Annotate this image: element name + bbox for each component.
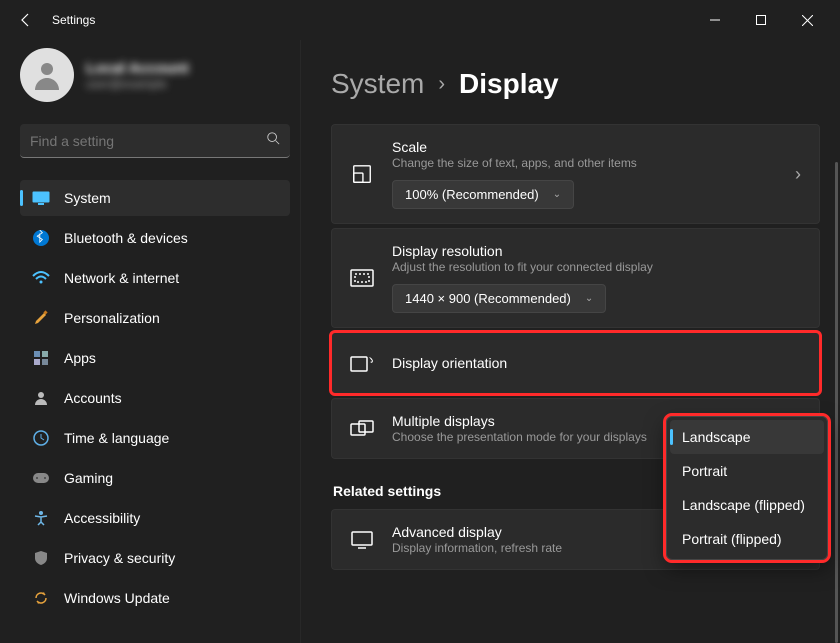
avatar (20, 48, 74, 102)
content: System › Display Scale Change the size o… (300, 40, 840, 643)
multi-display-icon (350, 420, 374, 438)
search-box[interactable] (20, 124, 290, 158)
sidebar-item-label: Personalization (64, 310, 160, 326)
back-button[interactable] (10, 4, 42, 36)
chevron-down-icon: ⌄ (553, 189, 561, 200)
accessibility-icon (32, 509, 50, 527)
flyout-item-portrait[interactable]: Portrait (670, 454, 824, 488)
sidebar-item-accounts[interactable]: Accounts (20, 380, 290, 416)
clock-icon (32, 429, 50, 447)
flyout-label: Portrait (flipped) (682, 531, 782, 547)
dropdown-value: 1440 × 900 (Recommended) (405, 291, 571, 306)
sidebar-item-label: Network & internet (64, 270, 179, 286)
card-title: Scale (392, 139, 777, 155)
flyout-item-portrait-flipped[interactable]: Portrait (flipped) (670, 522, 824, 556)
maximize-button[interactable] (738, 4, 784, 36)
breadcrumb: System › Display (331, 68, 820, 100)
breadcrumb-parent[interactable]: System (331, 68, 424, 100)
sidebar-item-apps[interactable]: Apps (20, 340, 290, 376)
titlebar: Settings (0, 0, 840, 40)
close-button[interactable] (784, 4, 830, 36)
update-icon (32, 589, 50, 607)
sidebar-item-label: Windows Update (64, 590, 170, 606)
flyout-label: Landscape (682, 429, 751, 445)
card-orientation[interactable]: Display orientation (331, 332, 820, 394)
app-title: Settings (52, 13, 95, 27)
sidebar-item-label: System (64, 190, 111, 206)
sidebar-item-label: Apps (64, 350, 96, 366)
dropdown-value: 100% (Recommended) (405, 187, 539, 202)
minimize-button[interactable] (692, 4, 738, 36)
page-title: Display (459, 68, 559, 100)
sidebar-item-gaming[interactable]: Gaming (20, 460, 290, 496)
sidebar-item-network[interactable]: Network & internet (20, 260, 290, 296)
sidebar-item-bluetooth[interactable]: Bluetooth & devices (20, 220, 290, 256)
sidebar-item-label: Gaming (64, 470, 113, 486)
card-subtitle: Adjust the resolution to fit your connec… (392, 260, 801, 274)
content-scrollbar[interactable] (835, 162, 838, 643)
chevron-right-icon: › (795, 164, 801, 185)
brush-icon (32, 309, 50, 327)
user-block[interactable]: Local Account user@example (20, 40, 290, 110)
display-icon (32, 189, 50, 207)
flyout-item-landscape-flipped[interactable]: Landscape (flipped) (670, 488, 824, 522)
bluetooth-icon (32, 229, 50, 247)
card-title: Display orientation (392, 355, 801, 371)
sidebar-item-label: Accounts (64, 390, 122, 406)
apps-icon (32, 349, 50, 367)
sidebar: Local Account user@example System Blueto… (0, 40, 300, 643)
nav: System Bluetooth & devices Network & int… (20, 180, 290, 616)
sidebar-item-label: Privacy & security (64, 550, 175, 566)
resolution-icon (350, 269, 374, 287)
sidebar-item-label: Bluetooth & devices (64, 230, 188, 246)
flyout-label: Portrait (682, 463, 727, 479)
scale-dropdown[interactable]: 100% (Recommended) ⌄ (392, 180, 574, 209)
window-controls (692, 4, 830, 36)
card-scale[interactable]: Scale Change the size of text, apps, and… (331, 124, 820, 224)
user-name-block: Local Account user@example (86, 60, 189, 91)
card-subtitle: Change the size of text, apps, and other… (392, 156, 777, 170)
card-resolution[interactable]: Display resolution Adjust the resolution… (331, 228, 820, 328)
wifi-icon (32, 269, 50, 287)
user-email: user@example (86, 77, 189, 91)
chevron-right-icon: › (438, 73, 445, 96)
user-name: Local Account (86, 60, 189, 77)
monitor-icon (350, 531, 374, 549)
flyout-label: Landscape (flipped) (682, 497, 805, 513)
gamepad-icon (32, 469, 50, 487)
shield-icon (32, 549, 50, 567)
card-title: Display resolution (392, 243, 801, 259)
orientation-icon (350, 354, 374, 372)
sidebar-item-time[interactable]: Time & language (20, 420, 290, 456)
resolution-dropdown[interactable]: 1440 × 900 (Recommended) ⌄ (392, 284, 606, 313)
sidebar-item-personalization[interactable]: Personalization (20, 300, 290, 336)
search-input[interactable] (30, 133, 266, 149)
sidebar-item-accessibility[interactable]: Accessibility (20, 500, 290, 536)
person-icon (32, 389, 50, 407)
orientation-flyout: Landscape Portrait Landscape (flipped) P… (666, 416, 828, 560)
search-icon (266, 131, 280, 150)
chevron-down-icon: ⌄ (585, 293, 593, 304)
sidebar-item-label: Time & language (64, 430, 169, 446)
sidebar-item-label: Accessibility (64, 510, 140, 526)
flyout-item-landscape[interactable]: Landscape (670, 420, 824, 454)
scale-icon (350, 163, 374, 185)
sidebar-item-privacy[interactable]: Privacy & security (20, 540, 290, 576)
sidebar-item-update[interactable]: Windows Update (20, 580, 290, 616)
sidebar-item-system[interactable]: System (20, 180, 290, 216)
